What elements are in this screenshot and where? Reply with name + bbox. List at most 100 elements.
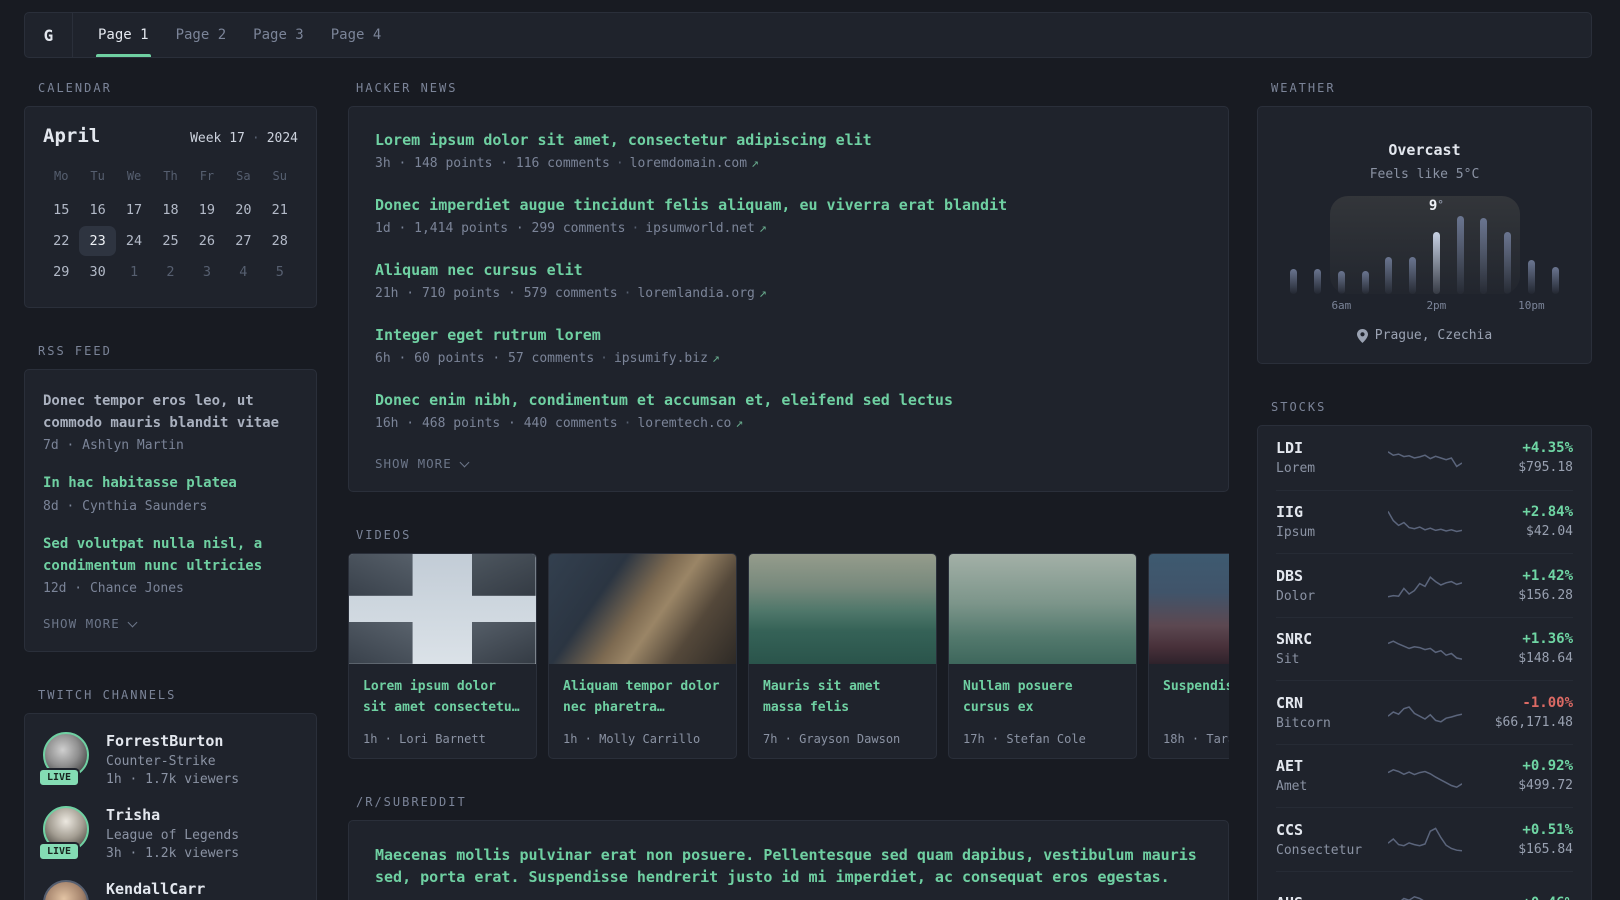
stock-row: AHS +0.46% [1276, 870, 1573, 900]
videos-widget: VIDEOS Lorem ipsum dolor sit amet consec… [348, 528, 1229, 759]
calendar-week-year: Week 17 · 2024 [190, 131, 298, 146]
rss-show-more-button[interactable]: SHOW MORE [43, 616, 298, 631]
video-title: Lorem ipsum dolor sit amet consectetu… [363, 679, 520, 716]
stock-values: -1.00% $66,171.48 [1477, 695, 1573, 730]
stocks-widget: STOCKS LDI Lorem +4.35% $795.18 IIG Ipsum +2.8… [1257, 400, 1592, 900]
stock-row: DBS Dolor +1.42% $156.28 [1276, 553, 1573, 617]
stock-change-percent: +0.51% [1522, 821, 1573, 838]
video-card[interactable]: Aliquam tempor dolor nec pharetra… 1h · M… [548, 553, 737, 759]
stock-name: Amet [1276, 779, 1308, 795]
chevron-down-icon [127, 617, 138, 628]
video-card[interactable]: Mauris sit amet massa felis 7h · Grayson … [748, 553, 937, 759]
hackernews-item-domain-link[interactable]: loremlandia.org [637, 286, 754, 301]
hackernews-item-domain-link[interactable]: loremdomain.com [630, 156, 747, 171]
tab-page-4[interactable]: Page 4 [329, 13, 384, 57]
rss-item-title[interactable]: Donec tempor eros leo, ut commodo mauris… [43, 391, 298, 434]
weather-bar [1314, 269, 1322, 294]
rss-item-title[interactable]: Sed volutpat nulla nisl, a condimentum n… [43, 534, 298, 577]
tab-page-2[interactable]: Page 2 [174, 13, 229, 57]
external-link-icon: ↗ [735, 416, 744, 431]
calendar-day: 25 [162, 233, 179, 249]
video-card[interactable]: Nullam posuere cursus ex 17h · Stefan Col… [948, 553, 1137, 759]
stock-values: +2.84% $42.04 [1477, 504, 1573, 539]
stock-sparkline-chart [1372, 822, 1477, 856]
rss-item-title[interactable]: In hac habitasse platea [43, 473, 298, 495]
separator-dot: · [600, 351, 608, 366]
stock-identity: LDI Lorem [1276, 439, 1372, 476]
twitch-channel-row[interactable]: KendallCarr [43, 880, 298, 900]
stock-name: Dolor [1276, 588, 1316, 604]
calendar-day: 18 [162, 202, 179, 218]
video-thumbnail-person-in-field [1149, 554, 1229, 664]
weather-bars [1282, 216, 1567, 294]
channel-info: ForrestBurton Counter-Strike 1h · 1.7k vie… [106, 732, 239, 787]
stock-symbol: IIG [1276, 503, 1304, 522]
calendar-section-label: CALENDAR [38, 81, 112, 95]
right-column: WEATHER Overcast Feels like 5°C 9° 6am 2p… [1257, 75, 1592, 900]
calendar-day: 27 [235, 233, 252, 249]
video-meta: 1h · Molly Carrillo [563, 732, 701, 746]
weather-bar-slot [1520, 216, 1544, 294]
subreddit-widget: /R/SUBREDDIT Maecenas mollis pulvinar er… [348, 795, 1229, 900]
stock-name: Sit [1276, 652, 1300, 668]
stock-identity: SNRC Sit [1276, 630, 1372, 667]
left-column: CALENDAR April Week 17 · 2024 Mo Tu We Th Fr Sa… [24, 75, 317, 900]
navbar: G Page 1 Page 2 Page 3 Page 4 [24, 12, 1592, 58]
hackernews-item-title[interactable]: Aliquam nec cursus elit [375, 261, 1202, 279]
channel-viewers: 1h · 1.7k viewers [106, 772, 240, 788]
weather-bar-slot [1330, 216, 1354, 294]
rss-item-meta: 7d · Ashlyn Martin [43, 438, 184, 454]
weather-bar-slot [1282, 216, 1306, 294]
hackernews-show-more-label: SHOW MORE [375, 456, 452, 471]
channel-name: ForrestBurton [106, 732, 224, 751]
video-title: Aliquam tempor dolor nec pharetra… [563, 679, 720, 716]
weather-bar [1456, 216, 1464, 294]
subreddit-section-label: /R/SUBREDDIT [356, 795, 467, 809]
hackernews-item-domain-link[interactable]: ipsumify.biz [614, 351, 708, 366]
weather-bar [1290, 269, 1298, 294]
chevron-down-icon [459, 457, 470, 467]
weekday-label: Su [272, 169, 287, 183]
hackernews-item-title[interactable]: Integer eget rutrum lorem [375, 326, 1202, 344]
video-thumbnail-concrete-towers-sky [349, 554, 536, 664]
external-link-icon: ↗ [758, 286, 767, 301]
hackernews-item-domain-link[interactable]: loremtech.co [637, 416, 731, 431]
channel-game: Counter-Strike [106, 754, 216, 770]
channel-name: Trisha [106, 806, 161, 825]
stock-change-percent: +1.42% [1522, 567, 1573, 584]
stock-identity: AHS [1276, 894, 1372, 900]
app-logo[interactable]: G [25, 13, 73, 57]
channel-name: KendallCarr [106, 880, 206, 899]
stock-identity: IIG Ipsum [1276, 503, 1372, 540]
hackernews-item-title[interactable]: Donec enim nibh, condimentum et accumsan… [375, 391, 1202, 409]
calendar-day: 15 [53, 202, 70, 218]
calendar-widget: CALENDAR April Week 17 · 2024 Mo Tu We Th Fr Sa… [24, 81, 317, 308]
video-card-body: Suspendisse diam 18h · Tara [1149, 664, 1229, 758]
stock-symbol: CCS [1276, 820, 1304, 839]
videos-section-label: VIDEOS [356, 528, 412, 542]
weather-condition: Overcast [1388, 141, 1461, 159]
video-card[interactable]: Lorem ipsum dolor sit amet consectetu… 1h… [348, 553, 537, 759]
weekday-label: Th [163, 169, 178, 183]
twitch-channel-row[interactable]: LIVE Trisha League of Legends 3h · 1.2k vie… [38, 806, 298, 862]
calendar-day: 3 [202, 264, 211, 280]
weather-bar [1385, 257, 1393, 294]
rss-item-meta: 12d · Chance Jones [43, 581, 184, 597]
video-card[interactable]: Suspendisse diam 18h · Tara [1148, 553, 1229, 759]
weather-hourly-chart: 9° 6am 2pm 10pm [1282, 196, 1567, 312]
tab-page-1[interactable]: Page 1 [96, 13, 151, 57]
tab-page-3[interactable]: Page 3 [251, 13, 306, 57]
weather-location: Prague, Czechia [1278, 328, 1571, 343]
hackernews-item-domain-link[interactable]: ipsumworld.net [645, 221, 755, 236]
hackernews-item-title[interactable]: Donec imperdiet augue tincidunt felis al… [375, 196, 1202, 214]
hackernews-item-title[interactable]: Lorem ipsum dolor sit amet, consectetur … [375, 131, 1202, 149]
separator-dot: · [615, 156, 624, 171]
calendar-day-grid: 15 16 17 18 19 20 21 22 23 24 25 26 27 28 29 30 1 2 3 4 5 [43, 195, 298, 287]
video-card-body: Aliquam tempor dolor nec pharetra… 1h · M… [549, 664, 736, 758]
video-thumbnail-hands-holding-camera [549, 554, 736, 664]
weather-widget: WEATHER Overcast Feels like 5°C 9° 6am 2p… [1257, 81, 1592, 364]
subreddit-post-title[interactable]: Maecenas mollis pulvinar erat non posuer… [375, 845, 1202, 889]
video-card-body: Nullam posuere cursus ex 17h · Stefan Col… [949, 664, 1136, 758]
twitch-channel-row[interactable]: LIVE ForrestBurton Counter-Strike 1h · 1.7k… [38, 732, 298, 788]
hackernews-show-more-button[interactable]: SHOW MORE [375, 456, 1202, 471]
